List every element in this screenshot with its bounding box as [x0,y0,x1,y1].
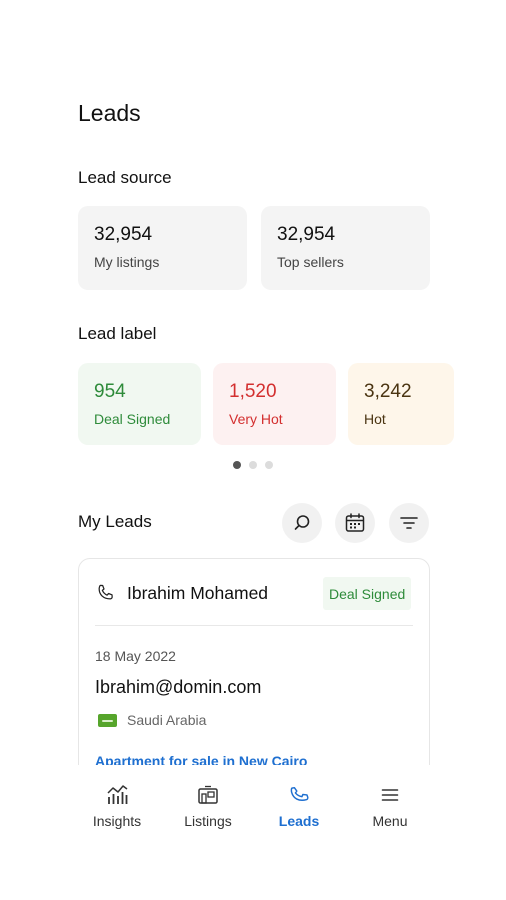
calendar-button[interactable] [335,503,375,543]
leads-icon [290,786,309,801]
carousel-pager[interactable] [233,461,273,469]
pager-dot-active[interactable] [233,461,241,469]
nav-item-insights[interactable]: Insights [72,784,162,829]
my-leads-title: My Leads [78,512,152,531]
menu-icon [381,789,399,801]
source-count: 32,954 [277,224,336,245]
nav-item-leads[interactable]: Leads [254,784,344,829]
phone-icon[interactable] [95,583,115,603]
search-button[interactable] [282,503,322,543]
calendar-icon [345,513,365,532]
label-count: 3,242 [364,381,412,402]
source-label: Top sellers [277,254,344,270]
insights-icon [107,785,128,804]
page-title: Leads [78,100,141,126]
listings-icon [198,785,218,804]
label-count: 954 [94,381,126,402]
nav-item-menu[interactable]: Menu [345,784,435,829]
nav-label: Leads [278,813,320,829]
nav-label: Menu [372,813,408,829]
lead-source-card-top-sellers[interactable]: 32,954 Top sellers [261,206,430,290]
lead-email[interactable]: Ibrahim@domin.com [95,677,261,698]
nav-label: Insights [92,813,142,829]
nav-label: Listings [184,813,232,829]
divider [95,625,413,626]
lead-source-title: Lead source [78,168,172,187]
filter-icon [400,517,418,529]
lead-date: 18 May 2022 [95,648,176,664]
filter-button[interactable] [389,503,429,543]
label-count: 1,520 [229,381,277,402]
label-name: Deal Signed [94,411,171,427]
search-icon [294,515,310,530]
lead-source-card-my-listings[interactable]: 32,954 My listings [78,206,247,290]
pager-dot[interactable] [249,461,257,469]
source-count: 32,954 [94,224,153,245]
lead-country: Saudi Arabia [127,712,207,728]
lead-label-card-very-hot[interactable]: 1,520 Very Hot [213,363,336,445]
lead-label-title: Lead label [78,324,157,343]
pager-dot[interactable] [265,461,273,469]
lead-label-card-deal-signed[interactable]: 954 Deal Signed [78,363,201,445]
label-name: Very Hot [229,411,283,427]
label-name: Hot [364,411,386,427]
saudi-flag-icon [98,714,117,727]
source-label: My listings [94,254,160,270]
lead-label-card-hot[interactable]: 3,242 Hot [348,363,454,445]
status-badge: Deal Signed [323,577,412,610]
bottom-nav: Insights Listings Leads Menu [0,765,506,900]
lead-name: Ibrahim Mohamed [127,583,269,603]
nav-item-listings[interactable]: Listings [163,784,253,829]
